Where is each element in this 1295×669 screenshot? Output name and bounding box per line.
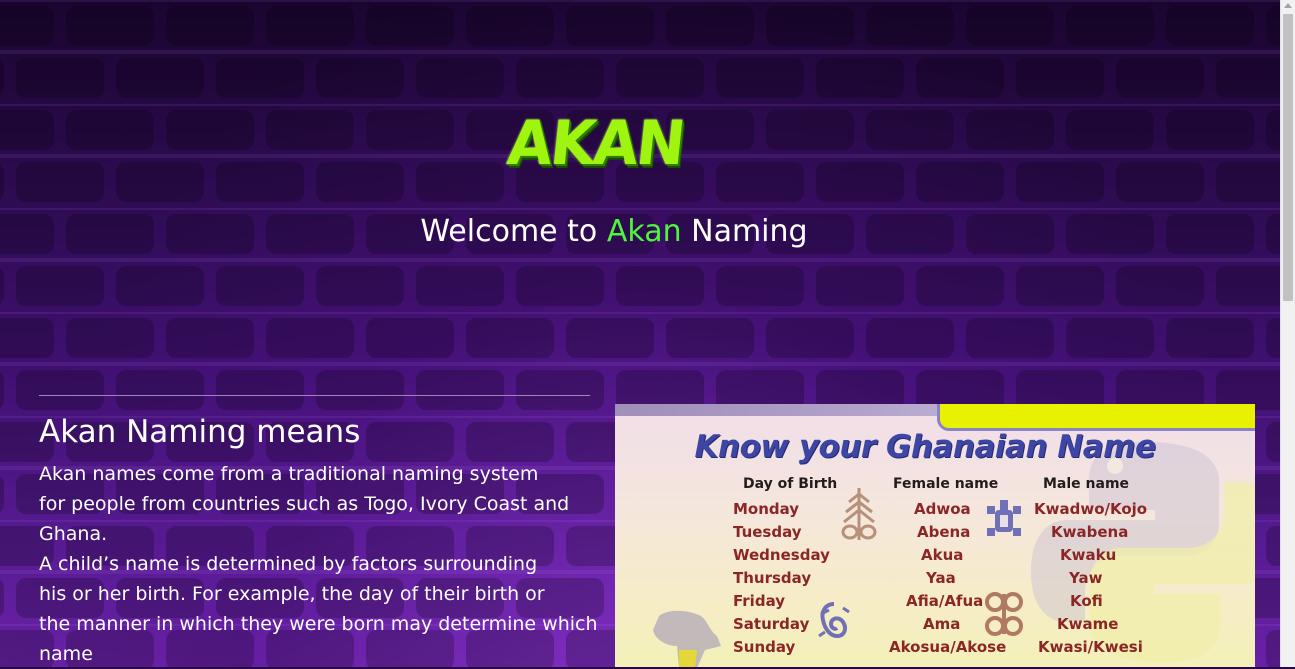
female-name-cell: Akua [921, 546, 964, 564]
day-cell: Sunday [733, 638, 796, 656]
male-name-cell: Yaw [1069, 569, 1103, 587]
female-name-cell: Yaa [926, 569, 956, 587]
poster-title: Know your Ghanaian Name [694, 429, 1157, 465]
column-header-day: Day of Birth [743, 476, 838, 492]
about-line: A child’s name is determined by factors … [39, 553, 538, 575]
male-name-cell: Kwasi/Kwesi [1038, 638, 1143, 656]
akan-names-poster: Know your Ghanaian Name Day of Birth Fem… [615, 404, 1255, 667]
day-cell: Wednesday [733, 546, 830, 564]
section-divider [39, 395, 590, 396]
female-name-cell: Akosua/Akose [889, 638, 1007, 656]
scrollbar-thumb[interactable] [1283, 14, 1293, 301]
scroll-up-arrow-icon[interactable] [1284, 3, 1292, 8]
about-line: Akan names come from a traditional namin… [39, 463, 539, 485]
adinkra-fern-icon [841, 488, 877, 540]
male-name-cell: Kwabena [1051, 523, 1129, 541]
day-cell: Friday [733, 592, 786, 610]
column-header-male: Male name [1043, 476, 1130, 492]
male-name-cell: Kofi [1070, 592, 1103, 610]
column-header-female: Female name [893, 476, 999, 492]
female-name-cell: Afia/Afua [906, 592, 984, 610]
day-cell: Thursday [733, 569, 812, 587]
female-name-cell: Adwoa [914, 500, 971, 518]
welcome-accent: Akan [606, 214, 682, 249]
welcome-heading: Welcome to Akan Naming [0, 212, 1228, 252]
about-description: Akan names come from a traditional namin… [39, 459, 598, 669]
male-name-cell: Kwaku [1060, 546, 1117, 564]
day-cell: Saturday [733, 615, 810, 633]
welcome-suffix: Naming [681, 214, 808, 249]
adinkra-gye-nyame-icon [818, 602, 850, 639]
welcome-prefix: Welcome to [420, 214, 607, 249]
akan-logo: AKAN [504, 107, 688, 179]
adinkra-turtle-icon [987, 500, 1021, 536]
adinkra-spiral-icon [985, 592, 1023, 636]
about-line: the manner in which they were born may d… [39, 613, 598, 635]
about-line: his or her birth. For example, the day o… [39, 583, 545, 605]
day-cell: Monday [733, 500, 800, 518]
about-line: for people from countries such as Togo, … [39, 493, 570, 515]
female-name-cell: Abena [917, 523, 971, 541]
day-cell: Tuesday [733, 523, 802, 541]
about-title: Akan Naming means [39, 414, 361, 450]
about-line: name [39, 643, 93, 665]
vertical-scrollbar[interactable] [1280, 0, 1295, 667]
africa-map-icon [653, 610, 721, 667]
male-name-cell: Kwadwo/Kojo [1034, 500, 1148, 518]
female-name-cell: Ama [923, 615, 961, 633]
about-line: Ghana. [39, 523, 108, 545]
male-name-cell: Kwame [1057, 615, 1119, 633]
